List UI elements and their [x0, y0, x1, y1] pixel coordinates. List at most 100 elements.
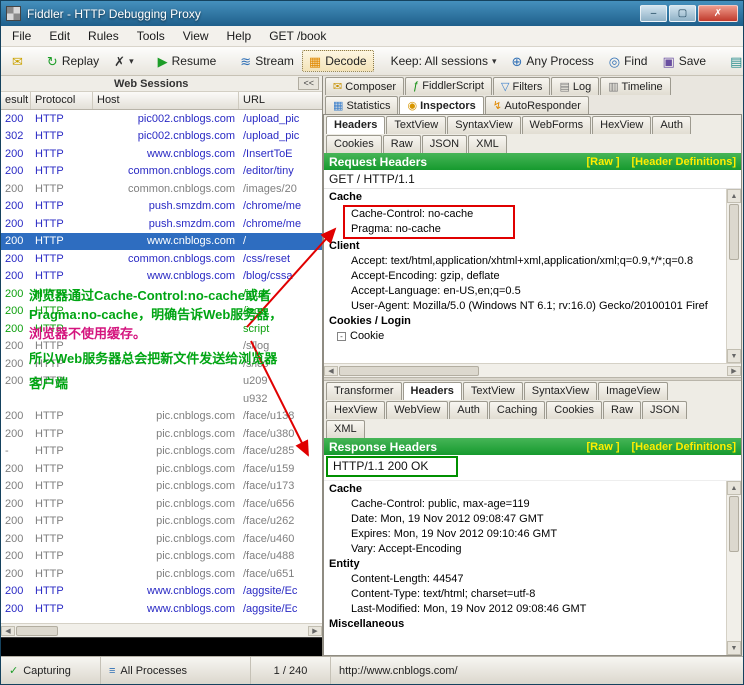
decode-button[interactable]: ▦Decode [302, 50, 374, 72]
column-header[interactable]: URL [239, 92, 322, 109]
minimize-button[interactable]: – [640, 5, 667, 22]
session-row[interactable]: 200HTTPpic.cnblogs.com/face/u159 [1, 460, 322, 478]
header-definitions-link[interactable]: [Header Definitions] [631, 441, 736, 453]
tab-imageview[interactable]: ImageView [598, 382, 668, 400]
header-item[interactable]: Accept-Language: en-US,en;q=0.5 [327, 284, 726, 299]
titlebar[interactable]: Fiddler - HTTP Debugging Proxy – ▢ ✗ [1, 1, 743, 26]
session-row[interactable]: 200HTTPcommon.cnblogs.com/css/reset [1, 250, 322, 268]
session-row[interactable]: 200HTTPpic002.cnblogs.com/upload_pic [1, 110, 322, 128]
stream-button[interactable]: ≋Stream [233, 50, 301, 72]
tab-timeline[interactable]: Timeline [600, 77, 670, 95]
session-row[interactable]: 200HTTPpic.cnblogs.com/face/u138 [1, 408, 322, 426]
header-definitions-link[interactable]: [Header Definitions] [631, 156, 736, 168]
scrollbar-thumb[interactable] [16, 626, 58, 636]
scroll-down-icon[interactable]: ▼ [727, 641, 741, 655]
tab-composer[interactable]: Composer [325, 77, 404, 95]
session-row[interactable]: u932 [1, 390, 322, 408]
header-item[interactable]: Content-Type: text/html; charset=utf-8 [327, 587, 726, 602]
header-item[interactable]: Content-Length: 44547 [327, 572, 726, 587]
scrollbar-thumb[interactable] [729, 204, 739, 260]
session-row[interactable]: 302HTTPpic002.cnblogs.com/upload_pic [1, 128, 322, 146]
menu-item[interactable]: Tools [128, 26, 174, 46]
session-row[interactable]: 200HTTPpic.cnblogs.com/face/u651 [1, 565, 322, 583]
session-row[interactable]: 200HTTPwww.cnblogs.com/aggsite/Ec [1, 583, 322, 601]
session-row[interactable]: 200HTTPpush.smzdm.com/chrome/me [1, 198, 322, 216]
menu-item[interactable]: GET /book [260, 26, 335, 46]
collapse-panel-button[interactable]: << [298, 77, 319, 90]
session-row[interactable]: 200HTTPpic.cnblogs.com/face/u460 [1, 530, 322, 548]
find-button[interactable]: ◎Find [602, 50, 655, 72]
tab-syntaxview[interactable]: SyntaxView [447, 116, 520, 134]
tab-transformer[interactable]: Transformer [326, 382, 402, 400]
session-row[interactable]: 200HTTPpic.cnblogs.com/face/u262 [1, 513, 322, 531]
keep-sessions-button[interactable]: Keep: All sessions▾ [384, 50, 504, 72]
scroll-up-icon[interactable]: ▲ [727, 189, 741, 203]
scroll-right-icon[interactable]: ▶ [727, 366, 741, 376]
tab-webview[interactable]: WebView [386, 401, 448, 419]
column-header[interactable]: Host [93, 92, 239, 109]
column-header[interactable]: Protocol [31, 92, 93, 109]
scroll-right-icon[interactable]: ▶ [308, 626, 322, 636]
tab-webforms[interactable]: WebForms [522, 116, 592, 134]
session-row[interactable]: 200HTTPpush.smzdm.com/chrome/me [1, 215, 322, 233]
section-client[interactable]: Client [327, 239, 726, 254]
tab-autoresponder[interactable]: AutoResponder [485, 96, 589, 114]
tab-hexview[interactable]: HexView [326, 401, 385, 419]
tab-raw[interactable]: Raw [603, 401, 641, 419]
tab-raw[interactable]: Raw [383, 135, 421, 153]
menu-item[interactable]: View [174, 26, 218, 46]
maximize-button[interactable]: ▢ [669, 5, 696, 22]
section-miscellaneous[interactable]: Miscellaneous [327, 617, 726, 632]
header-item[interactable]: User-Agent: Mozilla/5.0 (Windows NT 6.1;… [327, 299, 726, 314]
session-row[interactable]: 200HTTPscript [1, 320, 322, 338]
scroll-left-icon[interactable]: ◀ [1, 626, 15, 636]
section-cache[interactable]: Cache [327, 482, 726, 497]
session-row[interactable]: 200HTTP/json [1, 303, 322, 321]
session-row[interactable]: 200HTTPwww.cnblogs.com/aggsite/Ec [1, 600, 322, 618]
remove-button[interactable]: ✗▾ [107, 51, 140, 72]
scroll-up-icon[interactable]: ▲ [727, 481, 741, 495]
session-row[interactable]: 200HTTP/s/ico [1, 355, 322, 373]
process-filter[interactable]: ≡ All Processes [101, 657, 251, 684]
raw-link[interactable]: [Raw ] [586, 441, 619, 453]
tab-cookies[interactable]: Cookies [326, 135, 382, 153]
response-vertical-scrollbar[interactable]: ▲ ▼ [726, 481, 741, 655]
section-cookies-login[interactable]: Cookies / Login [327, 314, 726, 329]
request-vertical-scrollbar[interactable]: ▲ ▼ [726, 189, 741, 363]
quickexec-input[interactable] [1, 637, 322, 656]
header-item[interactable]: Last-Modified: Mon, 19 Nov 2012 09:08:46… [327, 602, 726, 617]
header-item[interactable]: Accept-Encoding: gzip, deflate [327, 269, 726, 284]
save-button[interactable]: ▣Save [655, 50, 713, 72]
tab-caching[interactable]: Caching [489, 401, 545, 419]
tab-hexview[interactable]: HexView [592, 116, 651, 134]
session-row[interactable]: 200HTTPwww.cnblogs.com/blog/cssa [1, 268, 322, 286]
tab-json[interactable]: JSON [642, 401, 687, 419]
collapse-expander-icon[interactable] [337, 332, 346, 341]
tab-headers[interactable]: Headers [403, 382, 462, 400]
tab-textview[interactable]: TextView [463, 382, 523, 400]
sessions-horizontal-scrollbar[interactable]: ◀ ▶ [1, 623, 322, 637]
tab-headers[interactable]: Headers [326, 116, 385, 134]
menu-item[interactable]: Help [218, 26, 261, 46]
session-row[interactable]: 200HTTPcommon.cnblogs.com/images/20 [1, 180, 322, 198]
tab-log[interactable]: Log [551, 77, 599, 95]
tab-cookies[interactable]: Cookies [546, 401, 602, 419]
tab-inspectors[interactable]: Inspectors [399, 96, 483, 114]
capturing-indicator[interactable]: ✓ Capturing [1, 657, 101, 684]
replay-button[interactable]: ↻Replay [40, 50, 106, 72]
any-process-button[interactable]: ⊕Any Process [504, 50, 600, 72]
session-row[interactable]: -HTTPpic.cnblogs.com/face/u285 [1, 443, 322, 461]
section-entity[interactable]: Entity [327, 557, 726, 572]
tab-statistics[interactable]: Statistics [325, 96, 398, 114]
column-header[interactable]: esult [1, 92, 31, 109]
header-item[interactable]: Pragma: no-cache [345, 222, 513, 237]
session-row[interactable]: 200HTTPpic.cnblogs.com/face/u380 [1, 425, 322, 443]
resume-button[interactable]: ▶Resume [151, 50, 224, 72]
session-row[interactable]: 200HTTPu209 [1, 373, 322, 391]
tab-textview[interactable]: TextView [386, 116, 446, 134]
tab-auth[interactable]: Auth [449, 401, 488, 419]
session-row[interactable]: 200HTTPwww.cnblogs.com/InsertToE [1, 145, 322, 163]
menu-item[interactable]: File [3, 26, 40, 46]
comment-button[interactable]: ✉ [5, 51, 30, 72]
response-status-highlight[interactable]: HTTP/1.1 200 OK [326, 456, 458, 477]
